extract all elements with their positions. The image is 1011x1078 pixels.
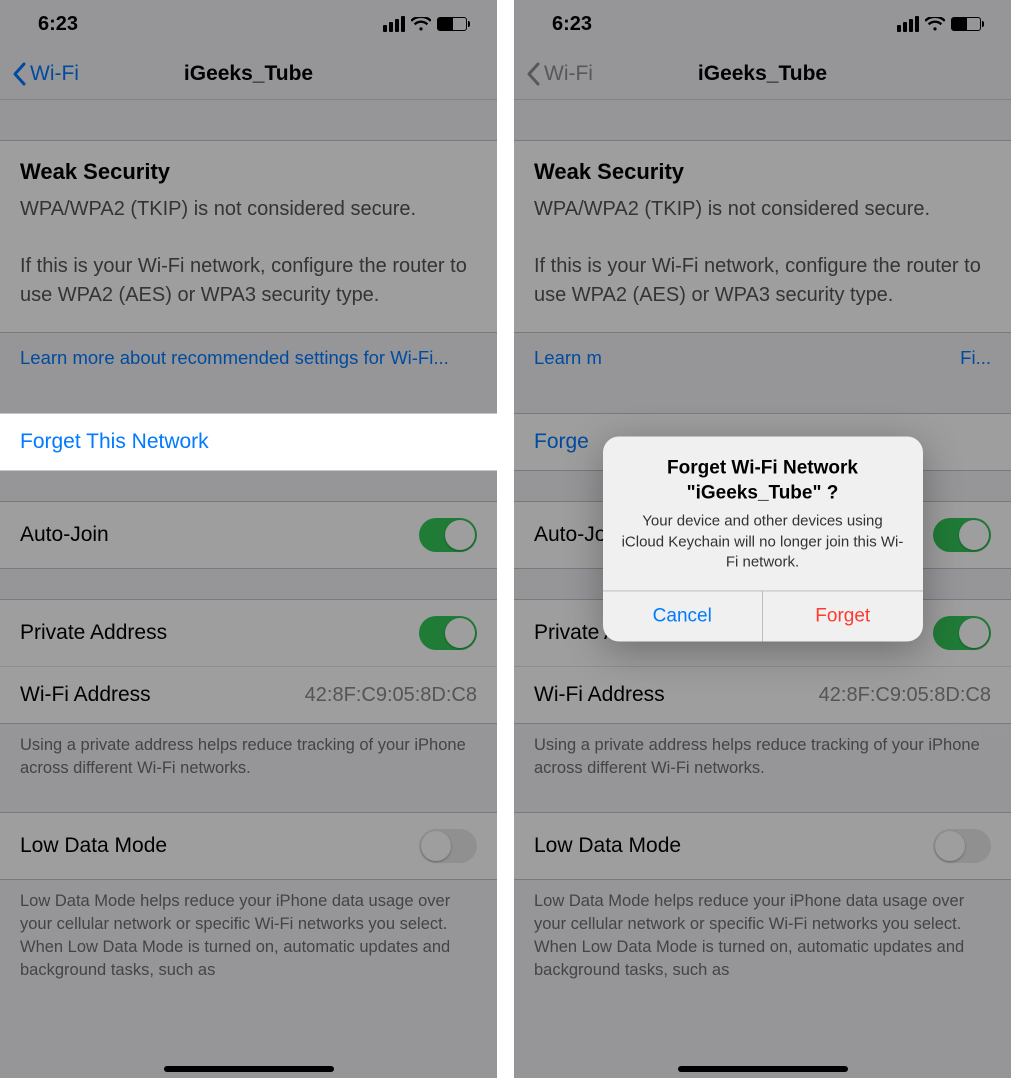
learn-more-link[interactable]: Learn mFi... xyxy=(514,333,1011,383)
alert-message: Your device and other devices using iClo… xyxy=(621,512,905,573)
low-data-mode-footer: Low Data Mode helps reduce your iPhone d… xyxy=(0,880,497,998)
low-data-mode-toggle[interactable] xyxy=(933,829,991,863)
private-address-label: Private Address xyxy=(20,621,167,645)
status-bar: 6:23 xyxy=(0,0,497,48)
nav-bar: Wi-Fi iGeeks_Tube xyxy=(514,48,1011,100)
wifi-address-value: 42:8F:C9:05:8D:C8 xyxy=(305,684,477,707)
home-indicator xyxy=(678,1066,848,1072)
status-time: 6:23 xyxy=(38,13,78,36)
status-bar: 6:23 xyxy=(514,0,1011,48)
low-data-mode-row: Low Data Mode xyxy=(0,812,497,880)
screenshot-right: 6:23 Wi-Fi iGeeks_Tube Weak Security WPA… xyxy=(514,0,1011,1078)
auto-join-toggle[interactable] xyxy=(933,518,991,552)
wifi-icon xyxy=(925,17,945,32)
home-indicator xyxy=(164,1066,334,1072)
nav-title: iGeeks_Tube xyxy=(514,62,1011,86)
low-data-mode-label: Low Data Mode xyxy=(20,834,167,858)
weak-security-text-1: WPA/WPA2 (TKIP) is not considered secure… xyxy=(534,195,991,224)
wifi-address-label: Wi-Fi Address xyxy=(534,683,665,707)
weak-security-text-2: If this is your Wi-Fi network, configure… xyxy=(534,252,991,310)
screenshot-left: 6:23 Wi-Fi iGeeks_Tube Weak Security WPA… xyxy=(0,0,497,1078)
status-time: 6:23 xyxy=(552,13,592,36)
private-address-row: Private Address xyxy=(0,599,497,666)
auto-join-label: Auto-Join xyxy=(20,523,109,547)
status-right xyxy=(897,16,981,32)
low-data-mode-footer: Low Data Mode helps reduce your iPhone d… xyxy=(514,880,1011,998)
wifi-address-value: 42:8F:C9:05:8D:C8 xyxy=(819,684,991,707)
battery-icon xyxy=(951,17,981,31)
forget-network-label: Forge xyxy=(534,430,589,454)
wifi-address-row: Wi-Fi Address 42:8F:C9:05:8D:C8 xyxy=(514,666,1011,724)
wifi-icon xyxy=(411,17,431,32)
forget-network-alert: Forget Wi-Fi Network "iGeeks_Tube" ? You… xyxy=(603,436,923,641)
private-address-footer: Using a private address helps reduce tra… xyxy=(0,724,497,796)
cellular-icon xyxy=(383,16,405,32)
forget-network-label: Forget This Network xyxy=(20,430,209,454)
nav-bar: Wi-Fi iGeeks_Tube xyxy=(0,48,497,100)
alert-cancel-button[interactable]: Cancel xyxy=(603,592,763,642)
wifi-address-row: Wi-Fi Address 42:8F:C9:05:8D:C8 xyxy=(0,666,497,724)
low-data-mode-row: Low Data Mode xyxy=(514,812,1011,880)
alert-title: Forget Wi-Fi Network "iGeeks_Tube" ? xyxy=(621,456,905,505)
cellular-icon xyxy=(897,16,919,32)
forget-network-row[interactable]: Forget This Network xyxy=(0,413,497,471)
status-right xyxy=(383,16,467,32)
weak-security-text-2: If this is your Wi-Fi network, configure… xyxy=(20,252,477,310)
wifi-address-label: Wi-Fi Address xyxy=(20,683,151,707)
weak-security-section: Weak Security WPA/WPA2 (TKIP) is not con… xyxy=(514,140,1011,333)
private-address-toggle[interactable] xyxy=(419,616,477,650)
nav-title: iGeeks_Tube xyxy=(0,62,497,86)
auto-join-row: Auto-Join xyxy=(0,501,497,569)
auto-join-toggle[interactable] xyxy=(419,518,477,552)
weak-security-text-1: WPA/WPA2 (TKIP) is not considered secure… xyxy=(20,195,477,224)
low-data-mode-toggle[interactable] xyxy=(419,829,477,863)
learn-more-link[interactable]: Learn more about recommended settings fo… xyxy=(0,333,497,383)
low-data-mode-label: Low Data Mode xyxy=(534,834,681,858)
weak-security-heading: Weak Security xyxy=(534,159,991,185)
weak-security-section: Weak Security WPA/WPA2 (TKIP) is not con… xyxy=(0,140,497,333)
alert-forget-button[interactable]: Forget xyxy=(762,592,923,642)
weak-security-heading: Weak Security xyxy=(20,159,477,185)
watermark: www.deuaq.com xyxy=(925,727,1005,738)
battery-icon xyxy=(437,17,467,31)
private-address-toggle[interactable] xyxy=(933,616,991,650)
